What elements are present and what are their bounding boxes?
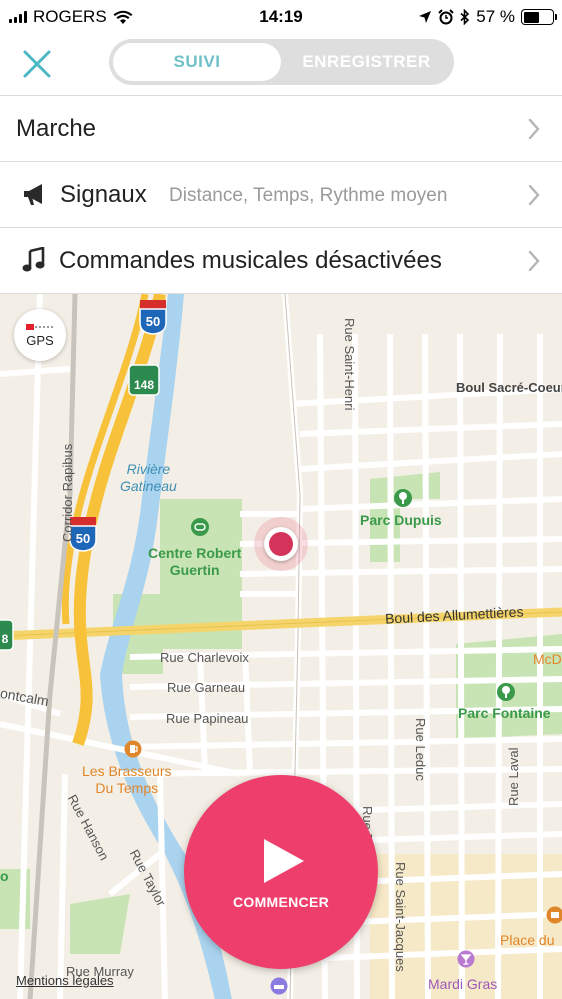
gps-label: GPS	[26, 333, 54, 348]
battery-icon	[521, 9, 557, 25]
signals-label: Signaux	[60, 181, 147, 208]
music-note-icon	[22, 247, 45, 272]
gps-button[interactable]: GPS	[14, 309, 66, 361]
gps-strength-dots	[35, 326, 53, 328]
hotel-icon	[270, 977, 288, 995]
label-rue-garneau: Rue Garneau	[167, 680, 246, 695]
battery-level	[523, 11, 540, 23]
gps-signal-icon	[26, 324, 34, 330]
shield-8-text: 8	[2, 632, 9, 646]
start-button[interactable]: COMMENCER	[184, 775, 378, 969]
music-label: Commandes musicales désactivées	[59, 247, 442, 274]
label-rue-laval: Rue Laval	[506, 747, 521, 806]
music-row[interactable]: Commandes musicales désactivées	[0, 227, 562, 293]
bluetooth-icon	[460, 9, 470, 25]
status-right: 57 %	[418, 7, 557, 27]
shield-50-text: 50	[146, 314, 160, 329]
location-marker-ring	[264, 527, 298, 561]
highway-8-shield: 8	[0, 619, 14, 651]
mode-segmented-control: SUIVI ENREGISTRER	[109, 39, 454, 85]
start-button-label: COMMENCER	[232, 894, 330, 910]
status-bar: ROGERS 14:19 57 %	[0, 0, 562, 34]
battery-percent: 57 %	[476, 7, 515, 26]
cocktail-icon	[457, 950, 475, 968]
shield-148-text: 148	[134, 378, 154, 392]
label-rue-saint-jacques: Rue Saint-Jacques	[393, 862, 408, 972]
signals-row[interactable]: Signaux Distance, Temps, Rythme moyen	[0, 161, 562, 227]
park-tree-icon	[497, 683, 515, 701]
tab-suivi[interactable]: SUIVI	[113, 43, 281, 81]
building-icon	[546, 906, 562, 924]
alarm-clock-icon	[438, 9, 454, 25]
label-les-brasseurs: Les Brasseurs Du Temps	[82, 763, 172, 796]
label-boul-sacre-coeur: Boul Sacré-Coeur	[456, 380, 562, 395]
map[interactable]: 50 148 50 8 Rue Saint-Henri Boul Sacré-C…	[0, 293, 562, 999]
close-icon[interactable]	[20, 47, 54, 81]
park-tree-icon	[394, 489, 412, 507]
chevron-right-icon	[528, 184, 540, 206]
label-riviere-gatineau: Rivière Gatineau	[120, 461, 177, 494]
location-arrow-icon	[419, 11, 432, 23]
signals-value: Distance, Temps, Rythme moyen	[169, 185, 448, 206]
chevron-right-icon	[528, 250, 540, 272]
label-mardi-gras: Mardi Gras	[428, 976, 498, 992]
label-rue-charlevoix: Rue Charlevoix	[160, 650, 249, 665]
header: SUIVI ENREGISTRER	[0, 34, 562, 95]
beer-icon	[124, 740, 142, 758]
label-edge-o: o	[0, 868, 9, 884]
legal-notices-link[interactable]: Mentions légales	[16, 973, 114, 988]
play-icon	[264, 839, 304, 883]
label-rue-leduc: Rue Leduc	[413, 718, 428, 781]
activity-label: Marche	[16, 115, 97, 142]
label-corridor-rapibus: Corridor Rapibus	[60, 443, 75, 542]
label-place-du: Place du	[500, 932, 555, 948]
tab-enregistrer[interactable]: ENREGISTRER	[283, 43, 450, 81]
chevron-right-icon	[528, 118, 540, 140]
label-parc-fontaine: Parc Fontaine	[458, 705, 551, 721]
megaphone-icon	[24, 184, 42, 205]
highway-148-shield: 148	[128, 364, 160, 396]
location-marker-core	[269, 532, 293, 556]
current-location-marker	[254, 517, 308, 571]
label-rue-papineau: Rue Papineau	[166, 711, 249, 726]
label-parc-dupuis: Parc Dupuis	[360, 512, 442, 528]
activity-row[interactable]: Marche	[0, 95, 562, 161]
screen: ROGERS 14:19 57 % SUIVI ENREGISTRER Marc…	[0, 0, 562, 999]
label-centre-robert-guertin: Centre Robert Guertin	[148, 545, 242, 578]
highway-50-shield: 50	[139, 300, 167, 335]
stadium-icon	[191, 518, 209, 536]
label-mcd: McD	[533, 651, 562, 667]
label-rue-saint-henri: Rue Saint-Henri	[342, 318, 357, 411]
shield-50-text: 50	[76, 531, 90, 546]
